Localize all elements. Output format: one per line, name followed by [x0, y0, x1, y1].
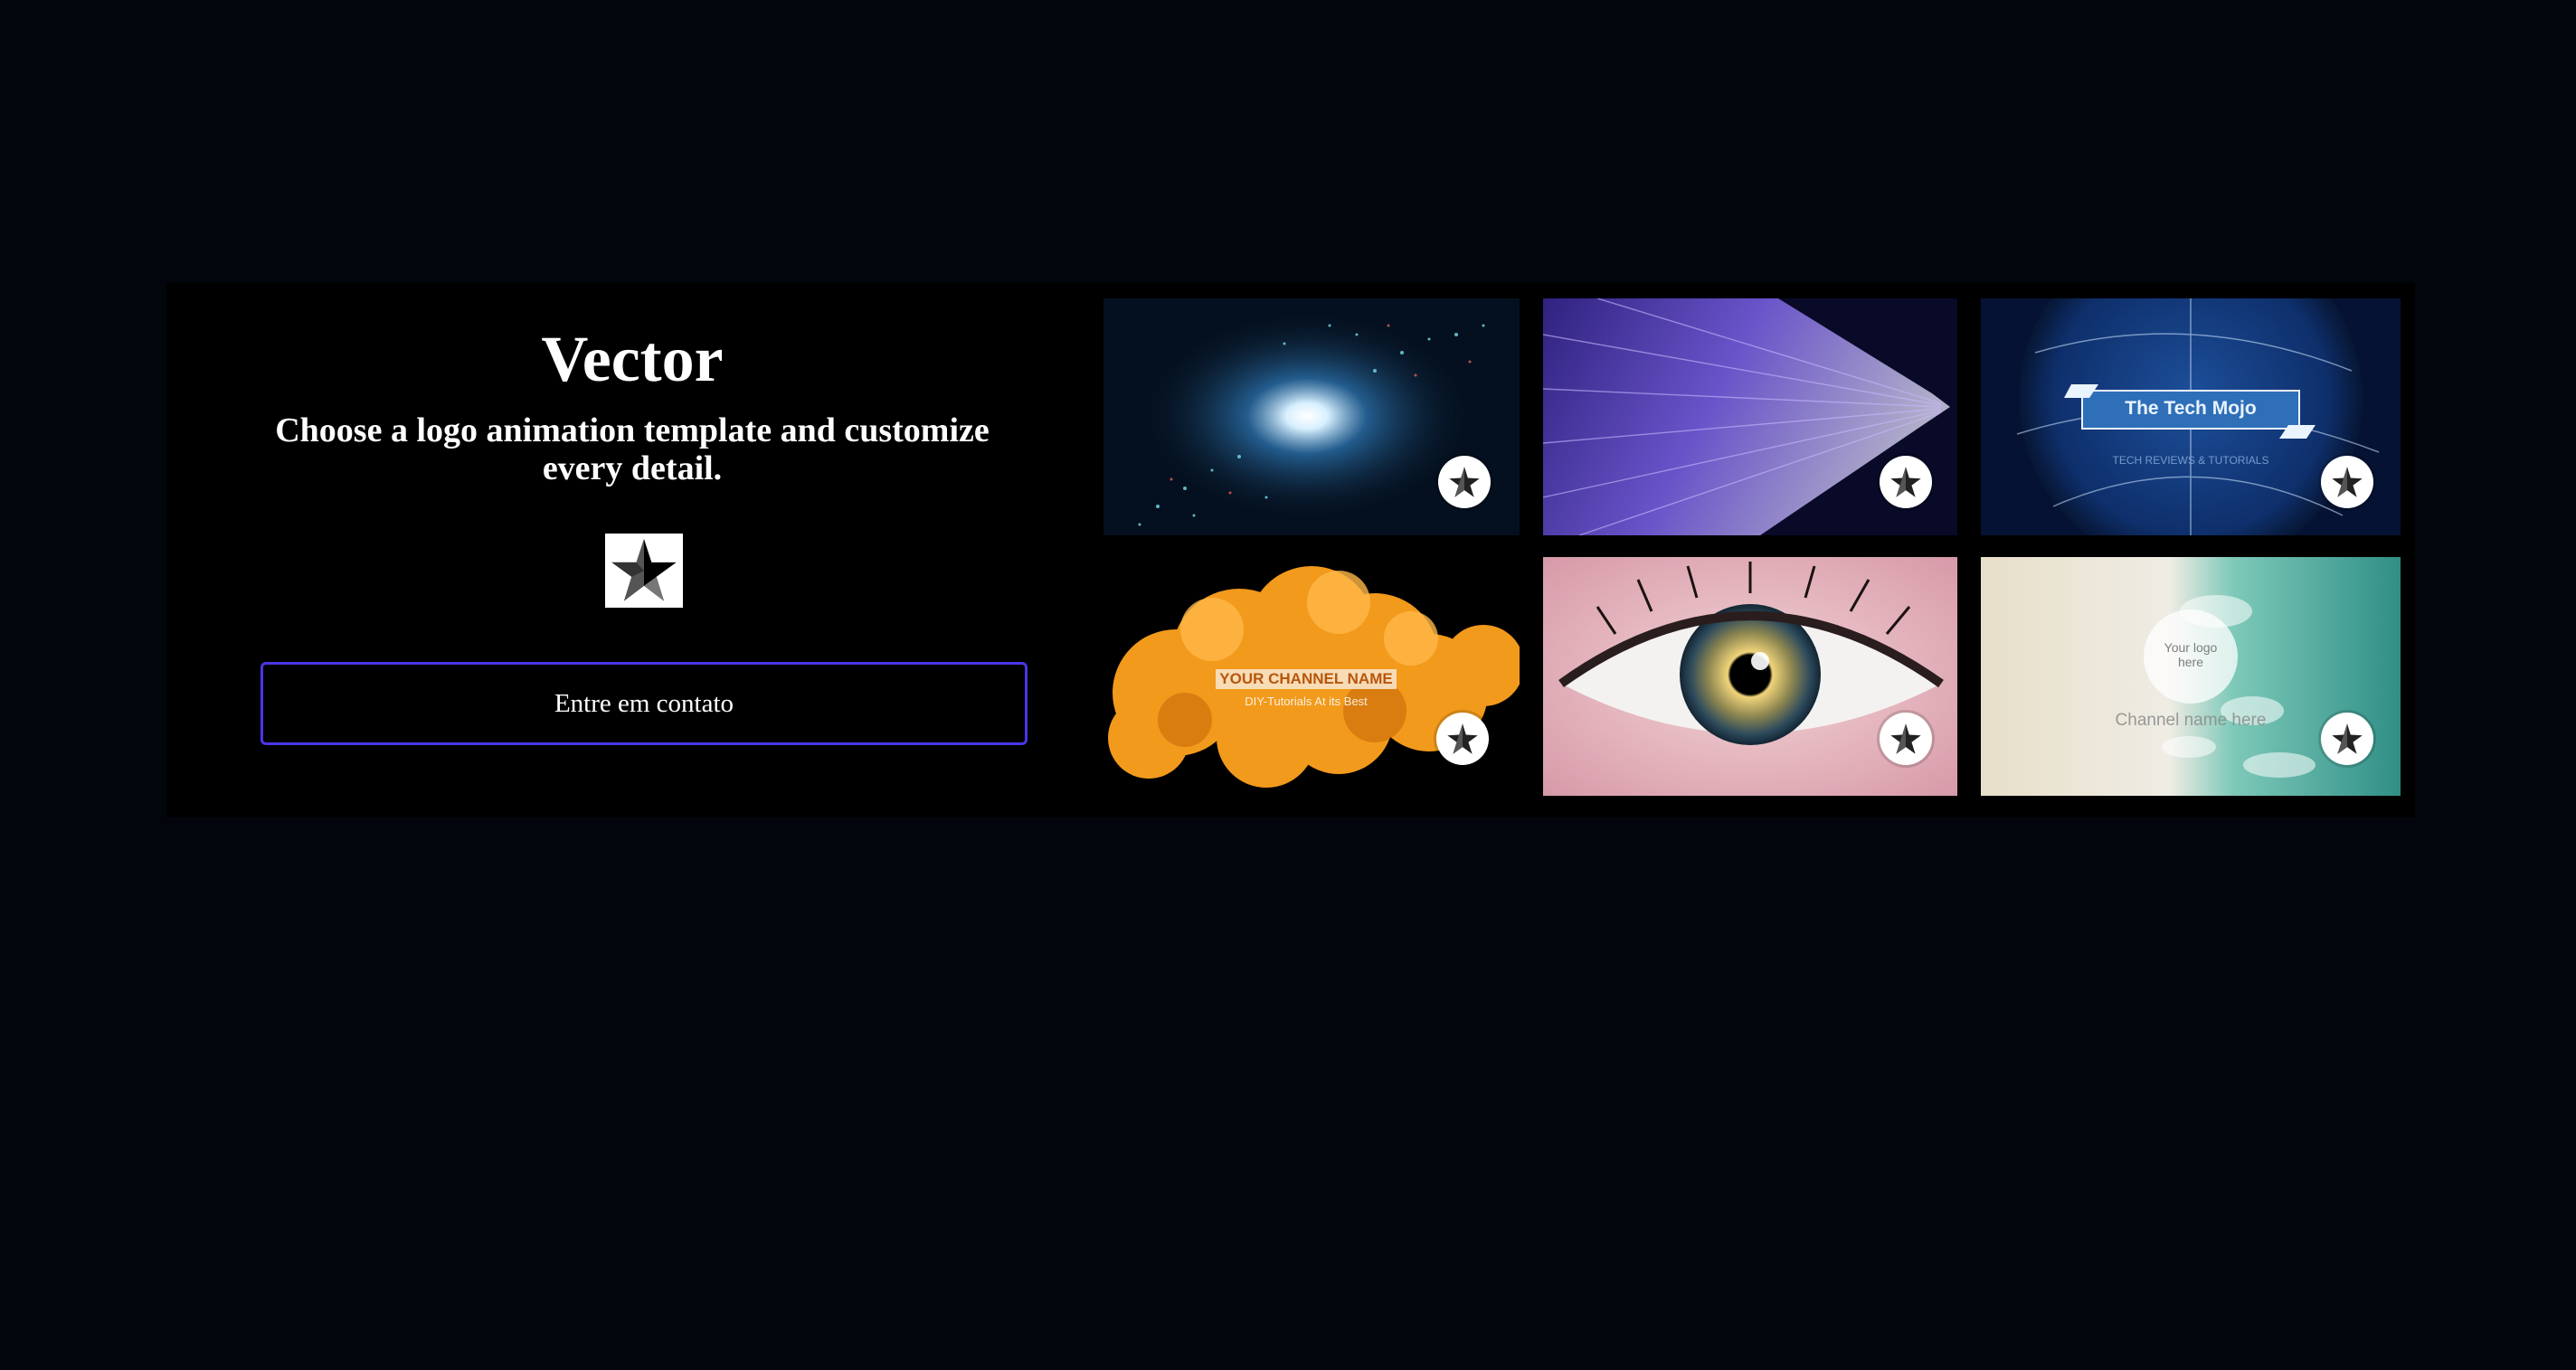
page-title: Vector [541, 323, 724, 395]
template-grid: The Tech Mojo TECH REVIEWS & TUTORIALS Y… [1103, 298, 2401, 807]
star-icon [605, 534, 683, 608]
template-thumbnail-galaxy[interactable] [1103, 298, 1520, 535]
contact-button[interactable]: Entre em contato [260, 662, 1028, 745]
overlay-title: YOUR CHANNEL NAME [1219, 670, 1393, 687]
template-thumbnail-particle-stream[interactable] [1543, 298, 1957, 535]
template-thumbnail-globe[interactable]: The Tech Mojo TECH REVIEWS & TUTORIALS [1981, 298, 2401, 535]
hero-left-panel: Vector Choose a logo animation template … [166, 282, 1098, 817]
star-icon [1438, 456, 1491, 508]
overlay-subtitle: Channel name here [2115, 711, 2267, 730]
star-icon [2321, 713, 2373, 765]
template-thumbnail-ocean[interactable]: Your logo here Channel name here [1981, 557, 2401, 796]
template-thumbnail-eye[interactable] [1543, 557, 1957, 796]
star-icon [1436, 713, 1489, 765]
star-icon [1880, 456, 1932, 508]
overlay-title: The Tech Mojo [2125, 398, 2257, 419]
star-icon [1880, 713, 1932, 765]
page-subtitle: Choose a logo animation template and cus… [275, 411, 990, 487]
overlay-subtitle: DIY-Tutorials At its Best [1245, 694, 1368, 708]
hero-card: Vector Choose a logo animation template … [166, 282, 2415, 817]
overlay-subtitle: TECH REVIEWS & TUTORIALS [2112, 454, 2269, 467]
page: Vector Choose a logo animation template … [0, 0, 2576, 1370]
overlay-title: Your logo here [2164, 640, 2218, 669]
star-icon [2321, 456, 2373, 508]
template-thumbnail-orange-smoke[interactable]: YOUR CHANNEL NAME DIY-Tutorials At its B… [1103, 557, 1520, 796]
